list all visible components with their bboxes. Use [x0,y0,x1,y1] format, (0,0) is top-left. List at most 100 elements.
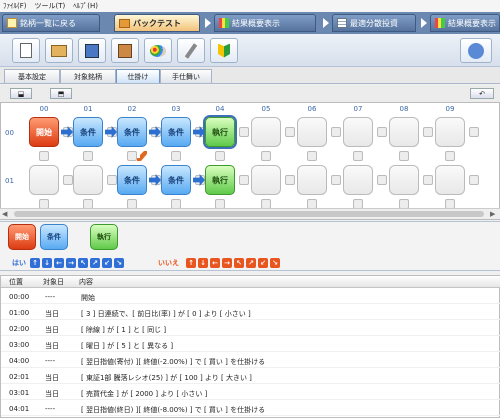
connector-slot[interactable] [285,127,295,137]
menu-help[interactable]: ﾍﾙﾌﾟ(H) [73,1,98,11]
yes-direction-arrow-icon[interactable]: ↓ [42,258,52,268]
connector-slot[interactable] [285,175,295,185]
scrollbar-thumb[interactable] [14,211,484,217]
connector-slot[interactable] [307,151,317,161]
tab-result-summary-2[interactable]: 結果概要表示 [430,14,500,32]
connector-slot[interactable] [377,175,387,185]
connector-slot[interactable] [261,151,271,161]
tab-basic-settings[interactable]: 基本設定 [4,69,60,83]
tab-entry[interactable]: 仕掛け [116,69,160,83]
execute-node[interactable]: 執行 [205,165,235,195]
grid-cell[interactable] [343,165,373,195]
connector-slot[interactable] [377,127,387,137]
table-row[interactable]: 03:01 当日 [ 売買代金 ] が [ 2000 ] より [ 小さい ] [1,386,500,400]
tab-back-to-list[interactable]: 銘柄一覧に戻る [2,14,100,32]
delete-row-button[interactable]: ⬒ [50,88,72,99]
connector-slot[interactable] [107,175,117,185]
tab-exit[interactable]: 手仕舞い [160,69,212,83]
connector-slot[interactable] [83,151,93,161]
horizontal-scrollbar[interactable]: ◀ ▶ [0,208,500,219]
beginner-button[interactable] [210,38,238,63]
menu-tools[interactable]: ツール(T) [35,1,66,11]
connector-slot[interactable] [353,151,363,161]
no-direction-arrow-icon[interactable]: ↓ [198,258,208,268]
connector-slot[interactable] [445,151,455,161]
connector-slot[interactable] [239,175,249,185]
table-row[interactable]: 02:00 当日 [ 除線 ] が [ 1 ] と [ 同じ ] [1,322,500,336]
menu-file[interactable]: ﾌｧｲﾙ(F) [3,1,27,11]
connector-slot[interactable] [423,127,433,137]
execute-node[interactable]: 執行 [203,115,237,149]
condition-node[interactable]: 条件 [117,165,147,195]
table-row[interactable]: 03:00 当日 [ 曜日 ] が [ 5 ] と [ 異なる ] [1,338,500,352]
grid-cell[interactable] [297,165,327,195]
connector-slot[interactable] [127,151,137,161]
undo-button[interactable]: ↶ [470,88,494,99]
grid-cell[interactable] [73,165,103,195]
connector-slot[interactable] [423,175,433,185]
open-button[interactable] [45,38,73,63]
connector-slot[interactable] [331,175,341,185]
diagonal-arrow-icon[interactable] [137,151,147,161]
grid-cell[interactable] [389,165,419,195]
export-button[interactable] [111,38,139,63]
palette-start-button[interactable]: 開始 [8,224,36,250]
no-direction-arrow-icon[interactable]: ↗ [246,258,256,268]
connector-slot[interactable] [63,175,73,185]
save-button[interactable] [78,38,106,63]
insert-row-button[interactable]: ⬓ [10,88,32,99]
connector-slot[interactable] [239,127,249,137]
palette-button[interactable] [144,38,172,63]
grid-cell[interactable] [297,117,327,147]
grid-cell[interactable] [435,117,465,147]
tab-result-summary-1[interactable]: 結果概要表示 [214,14,316,32]
yes-direction-arrow-icon[interactable]: ↖ [78,258,88,268]
no-direction-arrow-icon[interactable]: ↘ [270,258,280,268]
grid-cell[interactable] [435,165,465,195]
grid-cell[interactable] [29,165,59,195]
user-settings-button[interactable] [460,38,492,63]
connector-slot[interactable] [171,151,181,161]
yes-direction-arrow-icon[interactable]: ↑ [30,258,40,268]
grid-cell[interactable] [389,117,419,147]
table-row[interactable]: 04:01 ---- [ 翌日指値(終日) ][ 終値(-8.00%) ] で [ … [1,402,500,416]
connector-slot[interactable] [469,127,479,137]
yes-direction-arrow-icon[interactable]: ← [54,258,64,268]
table-row[interactable]: 02:01 当日 [ 東証1部 騰落レシオ(25) ] が [ 100 ] より [… [1,370,500,384]
palette-condition-button[interactable]: 条件 [40,224,68,250]
no-direction-arrow-icon[interactable]: ↖ [234,258,244,268]
no-direction-arrow-icon[interactable]: ↑ [186,258,196,268]
grid-cell[interactable] [251,165,281,195]
connector-slot[interactable] [331,127,341,137]
start-node[interactable]: 開始 [29,117,59,147]
condition-node[interactable]: 条件 [117,117,147,147]
scroll-left-icon[interactable]: ◀ [2,210,10,218]
condition-node[interactable]: 条件 [161,117,191,147]
table-row[interactable]: 01:00 当日 [ 3 ] 日連続で、[ 前日比(率) ] が [ 0 ] より … [1,306,500,320]
tab-optimal-allocation[interactable]: 最適分散投資 [332,14,416,32]
yes-direction-arrow-icon[interactable]: → [66,258,76,268]
yes-direction-arrow-icon[interactable]: ↘ [114,258,124,268]
flow-grid[interactable]: 00 01 02 03 04 05 06 07 08 09 00 01 開始 条件 条件 条件 執行 条件条… [0,102,500,220]
tab-target-stocks[interactable]: 対象銘柄 [60,69,116,83]
grid-cell[interactable] [251,117,281,147]
tools-button[interactable] [177,38,205,63]
yes-direction-arrow-icon[interactable]: ↙ [102,258,112,268]
new-document-button[interactable] [12,38,40,63]
condition-node[interactable]: 条件 [73,117,103,147]
no-direction-arrow-icon[interactable]: ← [210,258,220,268]
condition-node[interactable]: 条件 [161,165,191,195]
scroll-right-icon[interactable]: ▶ [490,210,498,218]
no-direction-arrow-icon[interactable]: ↙ [258,258,268,268]
connector-slot[interactable] [39,151,49,161]
no-direction-arrow-icon[interactable]: → [222,258,232,268]
connector-slot[interactable] [469,175,479,185]
connector-slot[interactable] [399,151,409,161]
grid-cell[interactable] [343,117,373,147]
connector-slot[interactable] [215,151,225,161]
table-row[interactable]: 00:00 ---- 開始 [1,290,500,304]
yes-direction-arrow-icon[interactable]: ↗ [90,258,100,268]
palette-execute-button[interactable]: 執行 [90,224,118,250]
table-row[interactable]: 04:00 ---- [ 翌日指値(寄付) ][ 終値(-2.00%) ] で [ … [1,354,500,368]
tab-backtest[interactable]: バックテスト [114,14,200,32]
